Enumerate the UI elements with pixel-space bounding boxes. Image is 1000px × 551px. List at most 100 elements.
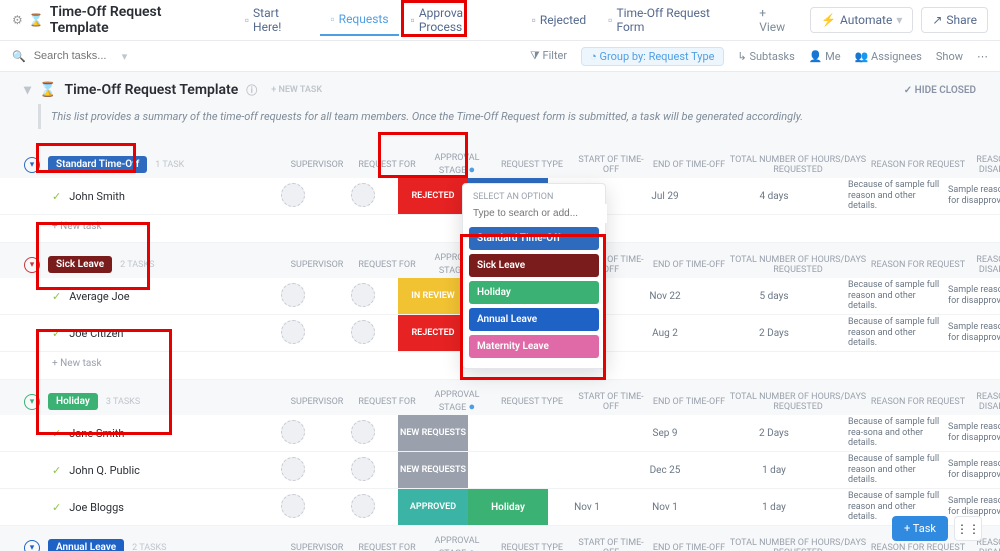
dropdown-search-input[interactable] <box>469 204 607 223</box>
col-total[interactable]: TOTAL NUMBER OF HOURS/DAYS REQUESTED <box>728 538 868 551</box>
share-button[interactable]: ↗Share <box>921 7 988 33</box>
col-supervisor[interactable]: SUPERVISOR <box>282 160 352 170</box>
assignees-button[interactable]: 👥 Assignees <box>855 50 922 63</box>
col-end[interactable]: END OF TIME-OFF <box>650 397 728 407</box>
approval-stage-badge[interactable]: NEW REQUESTS <box>398 452 468 488</box>
total-days: 2 Days <box>704 328 844 339</box>
search-input[interactable] <box>32 49 116 63</box>
avatar-placeholder[interactable] <box>351 320 375 344</box>
info-icon[interactable]: ⓘ <box>246 82 257 98</box>
new-task-header[interactable]: + NEW TASK <box>271 85 322 95</box>
tab-rejected[interactable]: ▫Rejected <box>522 5 597 35</box>
col-disapprove[interactable]: REASON FOR DISAPPROV <box>968 392 1000 412</box>
group-count: 2 TASKS <box>120 260 154 270</box>
tab-approval-process[interactable]: ▫Approval Process <box>401 0 520 42</box>
show-button[interactable]: Show <box>936 50 963 63</box>
collapse-icon[interactable]: ▾ <box>24 394 40 410</box>
col-request-for[interactable]: REQUEST FOR <box>352 160 422 170</box>
col-request-type[interactable]: REQUEST TYPE <box>492 160 572 170</box>
col-approval-stage[interactable]: APPROVAL STAGE ● <box>422 153 492 176</box>
group-pill[interactable]: Holiday <box>48 393 98 410</box>
request-type-badge[interactable]: Holiday <box>468 489 548 525</box>
groupby-button[interactable]: ◔ Group by: Request Type <box>581 47 723 66</box>
col-approval-stage[interactable]: APPROVAL STAGE ● <box>422 390 492 413</box>
col-reason[interactable]: REASON FOR REQUEST <box>868 160 968 170</box>
apps-icon[interactable]: ⋮⋮ <box>954 516 982 541</box>
dropdown-option[interactable]: Sick Leave <box>469 254 599 277</box>
avatar-placeholder[interactable] <box>281 494 305 518</box>
approval-stage-badge[interactable]: IN REVIEW <box>398 278 468 314</box>
group-count: 1 TASK <box>155 160 184 170</box>
col-reason[interactable]: REASON FOR REQUEST <box>868 543 968 551</box>
add-view[interactable]: + View <box>749 0 804 42</box>
search[interactable]: 🔍▾ <box>12 49 142 63</box>
col-request-for[interactable]: REQUEST FOR <box>352 260 422 270</box>
col-disapprove[interactable]: REASON FOR DISAPPROV <box>968 255 1000 275</box>
chevron-down-icon[interactable]: ▾ <box>122 50 128 63</box>
avatar-placeholder[interactable] <box>351 420 375 444</box>
col-end[interactable]: END OF TIME-OFF <box>650 543 728 551</box>
col-reason[interactable]: REASON FOR REQUEST <box>868 260 968 270</box>
avatar-placeholder[interactable] <box>351 283 375 307</box>
col-total[interactable]: TOTAL NUMBER OF HOURS/DAYS REQUESTED <box>728 255 868 275</box>
col-approval-stage[interactable]: APPROVAL STAGE ● <box>422 536 492 551</box>
avatar-placeholder[interactable] <box>351 183 375 207</box>
sort-icon[interactable]: ● <box>469 163 476 176</box>
col-start[interactable]: START OF TIME-OFF <box>572 155 650 175</box>
approval-stage-badge[interactable]: REJECTED <box>398 315 468 351</box>
filter-button[interactable]: ⧩ Filter <box>530 49 567 63</box>
collapse-icon[interactable]: ▾ <box>24 157 40 173</box>
dropdown-option[interactable]: Holiday <box>469 281 599 304</box>
sort-icon[interactable]: ● <box>469 546 476 551</box>
task-row[interactable]: ✓Jane SmithNEW REQUESTSSep 92 DaysBecaus… <box>0 415 1000 452</box>
sort-icon[interactable]: ● <box>469 400 476 413</box>
dropdown-option[interactable]: Maternity Leave <box>469 335 599 358</box>
more-icon[interactable]: ⋯ <box>977 50 988 63</box>
avatar-placeholder[interactable] <box>351 494 375 518</box>
col-reason[interactable]: REASON FOR REQUEST <box>868 397 968 407</box>
tab-time-off-request-form[interactable]: ▫Time-Off Request Form <box>598 0 747 42</box>
avatar-placeholder[interactable] <box>281 320 305 344</box>
approval-stage-badge[interactable]: REJECTED <box>398 178 468 214</box>
me-button[interactable]: 👤 Me <box>809 50 841 63</box>
col-start[interactable]: START OF TIME-OFF <box>572 392 650 412</box>
tab-requests[interactable]: ▫Requests <box>320 4 398 36</box>
col-end[interactable]: END OF TIME-OFF <box>650 160 728 170</box>
dropdown-option[interactable]: Standard Time-Off <box>469 227 599 250</box>
group-pill[interactable]: Standard Time-Off <box>48 156 147 173</box>
avatar-placeholder[interactable] <box>281 283 305 307</box>
avatar-placeholder[interactable] <box>351 457 375 481</box>
col-disapprove[interactable]: REASON FOR DISAPPROV <box>968 155 1000 175</box>
approval-stage-badge[interactable]: APPROVED <box>398 489 468 525</box>
request-type-dropdown[interactable]: SELECT AN OPTIONStandard Time-OffSick Le… <box>462 183 606 369</box>
col-request-for[interactable]: REQUEST FOR <box>352 397 422 407</box>
group-pill[interactable]: Sick Leave <box>48 256 112 273</box>
collapse-icon[interactable]: ▾ <box>24 257 40 273</box>
collapse-icon[interactable]: ▾ <box>24 540 40 551</box>
hide-closed-toggle[interactable]: ✓ HIDE CLOSED <box>904 85 976 96</box>
task-row[interactable]: ✓Joe BloggsAPPROVEDHolidayNov 1Nov 11 da… <box>0 489 1000 526</box>
avatar-placeholder[interactable] <box>281 183 305 207</box>
col-request-type[interactable]: REQUEST TYPE <box>492 543 572 551</box>
gear-icon[interactable]: ⚙ <box>12 13 23 27</box>
avatar-placeholder[interactable] <box>281 420 305 444</box>
col-supervisor[interactable]: SUPERVISOR <box>282 260 352 270</box>
col-end[interactable]: END OF TIME-OFF <box>650 260 728 270</box>
group-pill[interactable]: Annual Leave <box>48 539 124 551</box>
col-supervisor[interactable]: SUPERVISOR <box>282 543 352 551</box>
avatar-placeholder[interactable] <box>281 457 305 481</box>
tab-start-here-[interactable]: ▫Start Here! <box>235 0 319 42</box>
new-task-fab[interactable]: + Task <box>892 516 948 541</box>
chevron-down-icon[interactable]: ▾ <box>24 82 31 98</box>
dropdown-option[interactable]: Annual Leave <box>469 308 599 331</box>
col-supervisor[interactable]: SUPERVISOR <box>282 397 352 407</box>
subtasks-button[interactable]: ↳ Subtasks <box>738 50 795 63</box>
col-request-for[interactable]: REQUEST FOR <box>352 543 422 551</box>
automate-button[interactable]: ⚡Automate▾ <box>810 7 913 33</box>
col-total[interactable]: TOTAL NUMBER OF HOURS/DAYS REQUESTED <box>728 155 868 175</box>
task-row[interactable]: ✓John Q. PublicNEW REQUESTSDec 251 dayBe… <box>0 452 1000 489</box>
col-request-type[interactable]: REQUEST TYPE <box>492 397 572 407</box>
col-start[interactable]: START OF TIME-OFF <box>572 538 650 551</box>
col-total[interactable]: TOTAL NUMBER OF HOURS/DAYS REQUESTED <box>728 392 868 412</box>
approval-stage-badge[interactable]: NEW REQUESTS <box>398 415 468 451</box>
